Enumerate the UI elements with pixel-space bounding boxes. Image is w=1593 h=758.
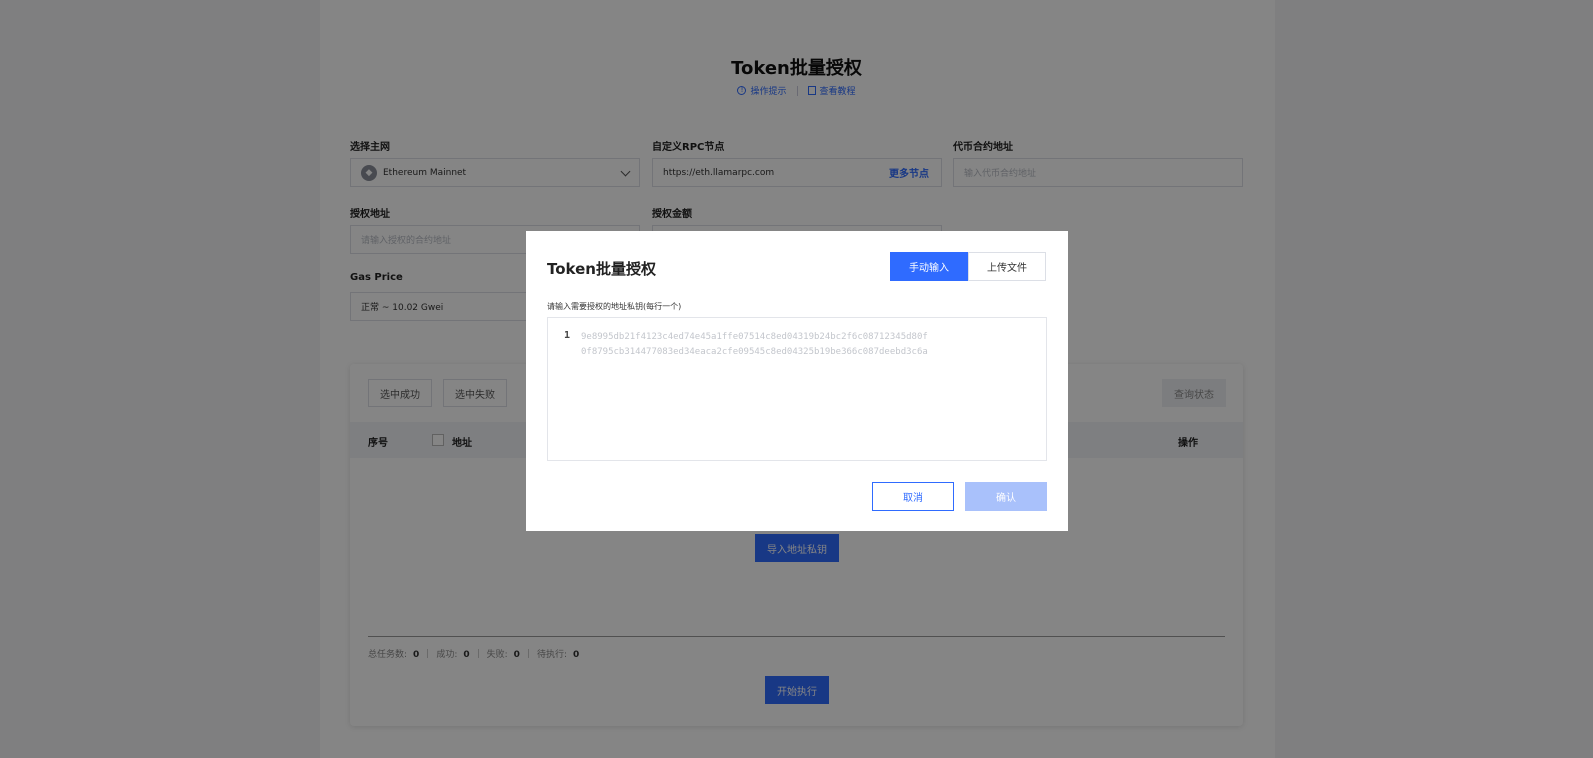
input-mode-tabs: 手动输入 上传文件 bbox=[890, 252, 1046, 281]
import-modal: Token批量授权 手动输入 上传文件 请输入需要授权的地址私钥(每行一个) 1… bbox=[526, 231, 1068, 531]
modal-title: Token批量授权 bbox=[547, 260, 656, 278]
line-number: 1 bbox=[564, 330, 571, 341]
tab-manual-input[interactable]: 手动输入 bbox=[890, 252, 968, 281]
cancel-button[interactable]: 取消 bbox=[872, 482, 954, 511]
tab-upload-file[interactable]: 上传文件 bbox=[968, 252, 1046, 281]
editor-placeholder: 9e8995db21f4123c4ed74e45a1ffe07514c8ed04… bbox=[581, 332, 928, 357]
confirm-button[interactable]: 确认 bbox=[965, 482, 1047, 511]
input-prompt: 请输入需要授权的地址私钥(每行一个) bbox=[547, 302, 682, 311]
private-key-editor[interactable]: 1 9e8995db21f4123c4ed74e45a1ffe07514c8ed… bbox=[547, 317, 1047, 461]
